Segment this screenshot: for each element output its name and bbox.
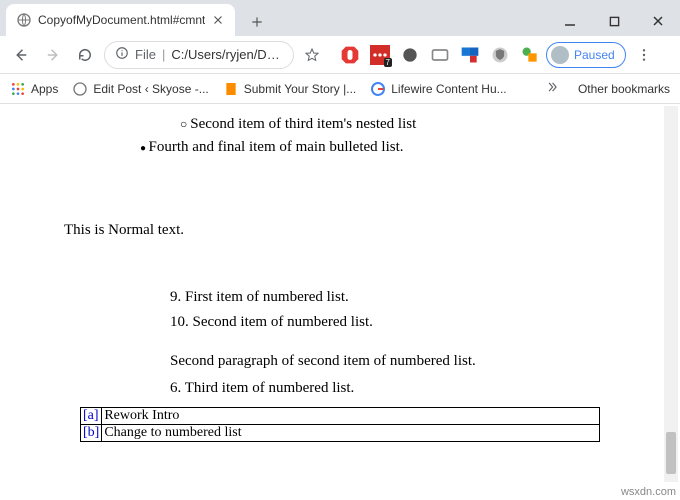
google-icon [370,81,386,97]
bookmarks-bar: Apps Edit Post ‹ Skyose -... Submit Your… [0,74,680,104]
minimize-button[interactable] [548,6,592,36]
ordered-list-item: 6. Third item of numbered list. [170,380,660,397]
address-bar[interactable]: File | C:/Users/ryjen/Docu... [104,41,294,69]
window-controls [548,6,680,36]
bookmark-item-1[interactable]: Submit Your Story |... [223,81,357,97]
globe-icon [72,81,88,97]
bookmark-label: Submit Your Story |... [244,82,357,96]
ext-flag-icon[interactable] [460,45,480,65]
toolbar: File | C:/Users/ryjen/Docu... 7 Paused [0,36,680,74]
extensions-row: 7 [340,45,540,65]
scrollbar-thumb[interactable] [666,432,676,474]
ext-shapes-icon[interactable] [520,45,540,65]
avatar-icon [551,46,569,64]
bookmark-label: Edit Post ‹ Skyose -... [93,82,208,96]
ext-card-icon[interactable] [430,45,450,65]
apps-icon [10,81,26,97]
comment-text: Change to numbered list [102,425,600,442]
bookmark-star-icon[interactable] [300,47,324,63]
page-content[interactable]: Second item of third item's nested list … [0,104,680,500]
overflow-chevron-icon[interactable] [545,80,559,97]
profile-badge[interactable]: Paused [546,42,626,68]
scrollbar[interactable] [664,106,678,482]
new-tab-button[interactable] [243,8,271,36]
paragraph: Second paragraph of second item of numbe… [170,353,660,370]
apps-label: Apps [31,82,58,96]
ext-circle-icon[interactable] [400,45,420,65]
back-button[interactable] [8,42,34,68]
bookmark-item-0[interactable]: Edit Post ‹ Skyose -... [72,81,208,97]
table-row: [b] Change to numbered list [81,425,600,442]
bookmark-item-2[interactable]: Lifewire Content Hu... [370,81,506,97]
globe-icon [16,12,32,28]
ext-shield-icon[interactable] [490,45,510,65]
lastpass-icon[interactable]: 7 [370,45,390,65]
bookmark-label: Lifewire Content Hu... [391,82,506,96]
close-window-button[interactable] [636,6,680,36]
other-bookmarks-label: Other bookmarks [578,82,670,96]
nested-list-item: Second item of third item's nested list [180,116,660,133]
doc-icon [223,81,239,97]
url-path: C:/Users/ryjen/Docu... [171,47,283,62]
tab-title: CopyofMyDocument.html#cmnt [38,13,205,27]
forward-button[interactable] [40,42,66,68]
url-scheme: File [135,47,156,62]
watermark: wsxdn.com [621,486,676,498]
browser-tab[interactable]: CopyofMyDocument.html#cmnt [6,4,235,36]
table-row: [a] Rework Intro [81,408,600,425]
list-item: Fourth and final item of main bulleted l… [140,139,660,156]
adblock-icon[interactable] [340,45,360,65]
menu-button[interactable] [632,47,656,63]
comments-table: [a] Rework Intro [b] Change to numbered … [80,407,600,442]
comment-text: Rework Intro [102,408,600,425]
other-bookmarks[interactable]: Other bookmarks [573,82,670,96]
ordered-list-item: 10. Second item of numbered list. [170,314,660,331]
paragraph: This is Normal text. [64,222,660,239]
maximize-button[interactable] [592,6,636,36]
apps-button[interactable]: Apps [10,81,58,97]
profile-label: Paused [574,48,615,62]
close-icon[interactable] [211,13,225,27]
info-icon[interactable] [115,46,129,63]
reload-button[interactable] [72,42,98,68]
tab-strip: CopyofMyDocument.html#cmnt [0,0,680,36]
ordered-list-item: 9. First item of numbered list. [170,289,660,306]
